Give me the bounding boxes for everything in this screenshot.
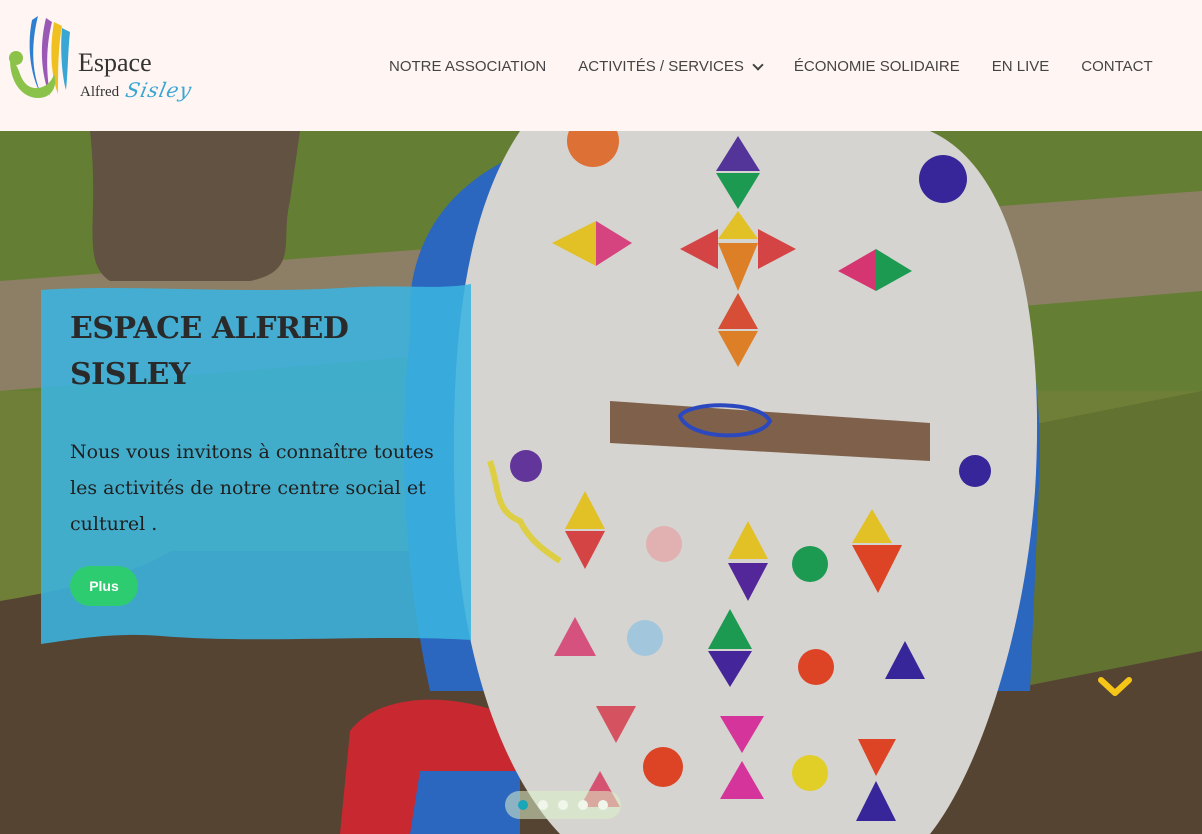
slider-dot-4[interactable] — [578, 800, 588, 810]
nav-item-en-live[interactable]: EN LIVE — [992, 58, 1050, 75]
logo-word-espace: Espace — [78, 48, 152, 77]
nav-item-economie-solidaire[interactable]: ÉCONOMIE SOLIDAIRE — [794, 58, 960, 75]
chevron-down-icon[interactable] — [1098, 676, 1132, 698]
plus-button[interactable]: Plus — [70, 566, 138, 606]
slider-dot-1[interactable] — [518, 800, 528, 810]
hero-title: ESPACE ALFRED SISLEY — [70, 311, 349, 392]
main-nav: NOTRE ASSOCIATION ACTIVITÉS / SERVICES É… — [389, 58, 1153, 75]
slider-dot-5[interactable] — [598, 800, 608, 810]
nav-item-label: ACTIVITÉS / SERVICES — [578, 58, 744, 75]
nav-item-label: EN LIVE — [991, 58, 1050, 75]
logo[interactable]: Espace Alfred Sisley — [2, 10, 195, 106]
slider-dot-2[interactable] — [538, 800, 548, 810]
logo-word-alfred: Alfred — [80, 84, 120, 100]
hero-text: Nous vous invitons à connaître toutes le… — [70, 441, 434, 535]
nav-item-label: ÉCONOMIE SOLIDAIRE — [793, 58, 960, 75]
nav-item-contact[interactable]: CONTACT — [1081, 58, 1152, 75]
slider-pagination — [505, 791, 621, 819]
chevron-down-icon — [752, 58, 764, 71]
nav-item-activites-services[interactable]: ACTIVITÉS / SERVICES — [578, 58, 764, 75]
site-header: Espace Alfred Sisley NOTRE ASSOCIATION A… — [0, 0, 1202, 131]
nav-item-label: CONTACT — [1081, 58, 1153, 75]
slider-dot-3[interactable] — [558, 800, 568, 810]
nav-item-label: NOTRE ASSOCIATION — [389, 58, 547, 75]
logo-hand-icon — [9, 16, 70, 98]
nav-item-notre-association[interactable]: NOTRE ASSOCIATION — [389, 58, 546, 75]
logo-word-sisley: Sisley — [123, 78, 195, 102]
